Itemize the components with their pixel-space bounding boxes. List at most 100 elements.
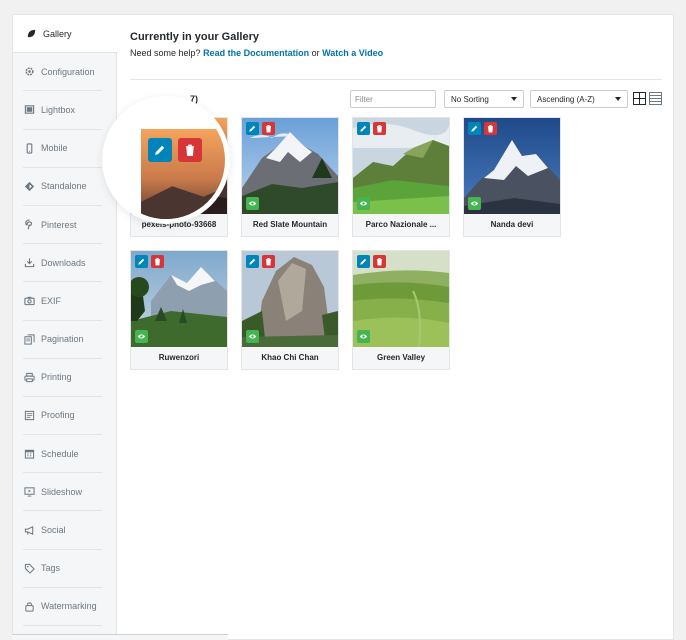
sorting-select[interactable]: No Sorting	[444, 90, 524, 108]
edit-icon	[360, 258, 367, 265]
sidebar-item-label: Social	[41, 525, 66, 536]
pagination-icon	[23, 333, 35, 345]
documentation-link[interactable]: Read the Documentation	[203, 48, 309, 58]
sidebar-item-printing[interactable]: Printing	[23, 359, 102, 397]
sorting-select-value: No Sorting	[451, 94, 489, 104]
sidebar-item-gallery[interactable]: Gallery	[13, 15, 117, 54]
edit-icon	[138, 258, 145, 265]
sidebar-item-label: Pinterest	[41, 219, 77, 230]
list-view-icon[interactable]	[649, 92, 662, 105]
delete-button[interactable]	[262, 122, 275, 135]
edit-icon	[249, 258, 256, 265]
sidebar-item-downloads[interactable]: Downloads	[23, 244, 102, 283]
sidebar-item-configuration[interactable]: Configuration	[23, 53, 102, 92]
image-caption: Nanda devi	[464, 214, 560, 236]
divider	[130, 79, 662, 80]
trash-icon	[376, 125, 383, 133]
edit-button[interactable]	[357, 255, 370, 268]
sidebar-item-label: Lightbox	[41, 104, 76, 115]
image-caption: Red Slate Mountain	[242, 214, 338, 236]
edit-button[interactable]	[135, 255, 148, 268]
page-title: Currently in your Gallery	[130, 31, 259, 43]
visibility-toggle[interactable]	[357, 330, 370, 343]
image-caption: Parco Nazionale ...	[353, 214, 449, 236]
edit-icon	[155, 145, 165, 155]
gallery-image-card[interactable]: Red Slate Mountain	[241, 117, 339, 237]
image-caption: Green Valley	[353, 347, 449, 369]
sidebar-item-proofing[interactable]: Proofing	[23, 397, 102, 436]
sidebar-item-standalone[interactable]: Standalone	[23, 168, 102, 206]
delete-button[interactable]	[484, 122, 497, 135]
sidebar-item-slideshow[interactable]: Slideshow	[23, 473, 102, 512]
visibility-toggle[interactable]	[246, 330, 259, 343]
sidebar-item-label: Printing	[41, 372, 72, 383]
video-link[interactable]: Watch a Video	[322, 48, 383, 58]
gallery-image-card[interactable]: Khao Chi Chan	[241, 250, 339, 370]
mobile-icon	[23, 142, 35, 154]
gallery-image-card[interactable]: Nanda devi	[463, 117, 561, 237]
visibility-toggle[interactable]	[357, 197, 370, 210]
sidebar-item-tags[interactable]: Tags	[23, 550, 102, 588]
chevron-down-icon	[615, 97, 621, 101]
help-text: Need some help? Read the Documentation o…	[130, 48, 383, 58]
eye-icon	[248, 201, 257, 206]
sidebar-item-label: Watermarking	[41, 601, 97, 612]
edit-button[interactable]	[246, 122, 259, 135]
settings-sidebar: Gallery Configuration Lightbox Mobile St…	[13, 15, 117, 639]
sidebar-item-schedule[interactable]: Schedule	[23, 435, 102, 474]
sidebar-item-lightbox[interactable]: Lightbox	[23, 91, 102, 130]
sidebar-item-pinterest[interactable]: Pinterest	[23, 206, 102, 245]
grid-view-icon[interactable]	[633, 92, 646, 105]
help-or: or	[311, 48, 320, 58]
visibility-toggle[interactable]	[246, 197, 259, 210]
edit-button[interactable]	[357, 122, 370, 135]
download-icon	[23, 257, 35, 269]
delete-button[interactable]	[262, 255, 275, 268]
sidebar-item-mobile[interactable]: Mobile	[23, 130, 102, 168]
image-count: 7)	[190, 94, 199, 104]
tag-icon	[23, 562, 35, 574]
trash-icon	[154, 258, 161, 266]
help-prefix: Need some help?	[130, 48, 201, 58]
trash-icon	[376, 258, 383, 266]
eye-icon	[248, 334, 257, 339]
delete-button[interactable]	[151, 255, 164, 268]
trash-icon	[265, 258, 272, 266]
delete-button[interactable]	[373, 255, 386, 268]
magnifier-highlight	[107, 101, 225, 219]
gallery-main: Currently in your Gallery Need some help…	[130, 15, 673, 639]
edit-button-magnified[interactable]	[148, 138, 172, 162]
bottom-bar	[12, 634, 228, 640]
delete-button[interactable]	[373, 122, 386, 135]
gallery-image-card[interactable]: Green Valley	[352, 250, 450, 370]
proofing-icon	[23, 409, 35, 421]
edit-button[interactable]	[246, 255, 259, 268]
pinterest-icon	[23, 219, 35, 231]
sidebar-item-pagination[interactable]: Pagination	[23, 321, 102, 359]
printer-icon	[23, 371, 35, 383]
edit-button[interactable]	[468, 122, 481, 135]
sidebar-item-label: Mobile	[41, 143, 68, 154]
filter-input[interactable]	[350, 90, 436, 108]
eye-icon	[137, 334, 146, 339]
trash-icon	[185, 144, 195, 157]
sidebar-item-label: Tags	[41, 563, 61, 574]
sidebar-item-exif[interactable]: EXIF	[23, 282, 102, 321]
order-select[interactable]: Ascending (A-Z)	[530, 90, 628, 108]
visibility-toggle[interactable]	[135, 330, 148, 343]
gallery-image-card[interactable]: Parco Nazionale ...	[352, 117, 450, 237]
sidebar-item-label: Configuration	[41, 66, 95, 77]
megaphone-icon	[23, 524, 35, 536]
standalone-icon	[23, 180, 35, 192]
eye-icon	[470, 201, 479, 206]
order-select-value: Ascending (A-Z)	[537, 94, 595, 104]
gallery-image-card[interactable]: Ruwenzori	[130, 250, 228, 370]
visibility-toggle[interactable]	[468, 197, 481, 210]
sidebar-item-label: Gallery	[43, 28, 72, 39]
delete-button-magnified[interactable]	[178, 138, 202, 162]
trash-icon	[265, 125, 272, 133]
sidebar-item-watermarking[interactable]: Watermarking	[23, 588, 102, 626]
sidebar-item-social[interactable]: Social	[23, 511, 102, 550]
sidebar-item-label: Pagination	[41, 334, 84, 345]
slideshow-icon	[23, 486, 35, 498]
